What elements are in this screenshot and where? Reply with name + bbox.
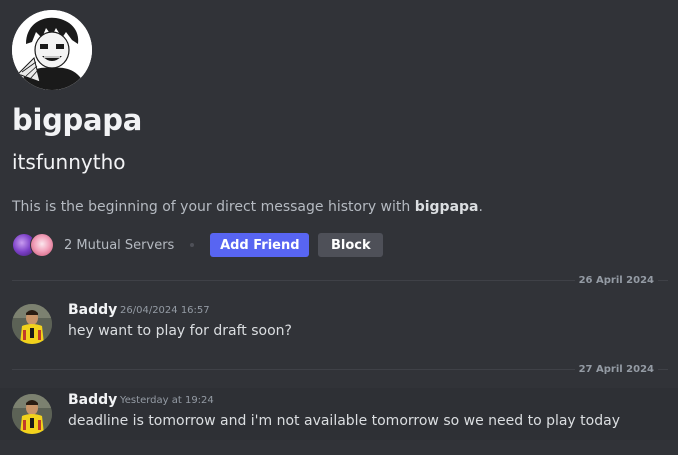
profile-username: itsfunnytho: [12, 150, 126, 174]
date-divider: 26 April 2024: [12, 274, 668, 288]
message-row[interactable]: Baddy Yesterday at 19:24 deadline is tom…: [0, 388, 678, 440]
intro-prefix: This is the beginning of your direct mes…: [12, 199, 415, 215]
date-divider-label: 27 April 2024: [574, 363, 658, 377]
message-row[interactable]: Baddy 26/04/2024 16:57 hey want to play …: [0, 298, 678, 354]
message-content: hey want to play for draft soon?: [68, 323, 292, 339]
avatar-image: [12, 394, 52, 434]
message-timestamp: Yesterday at 19:24: [120, 395, 214, 406]
avatar-image: [12, 10, 92, 90]
mutual-server-icons[interactable]: [12, 232, 58, 258]
message-author[interactable]: Baddy: [68, 390, 117, 410]
mutual-servers-link[interactable]: 2 Mutual Servers: [64, 238, 174, 253]
divider-line: [12, 280, 668, 281]
divider-line: [12, 369, 668, 370]
intro-suffix: .: [478, 199, 483, 215]
mutual-server-icon: [30, 233, 54, 257]
message-content: deadline is tomorrow and i'm not availab…: [68, 413, 620, 429]
message-timestamp: 26/04/2024 16:57: [120, 305, 210, 316]
profile-actions-row: 2 Mutual Servers Add Friend Block: [12, 232, 384, 258]
separator-dot: [190, 243, 195, 247]
profile-avatar[interactable]: [12, 10, 92, 90]
message-author[interactable]: Baddy: [68, 300, 117, 320]
add-friend-button[interactable]: Add Friend: [210, 233, 310, 257]
message-avatar[interactable]: [12, 394, 52, 434]
block-button[interactable]: Block: [318, 233, 384, 257]
profile-display-name: bigpapa: [12, 103, 143, 137]
date-divider-label: 26 April 2024: [574, 274, 658, 288]
avatar-image: [12, 304, 52, 344]
intro-username: bigpapa: [414, 199, 479, 215]
message-avatar[interactable]: [12, 304, 52, 344]
dm-intro-text: This is the beginning of your direct mes…: [12, 197, 483, 217]
date-divider: 27 April 2024: [12, 363, 668, 377]
